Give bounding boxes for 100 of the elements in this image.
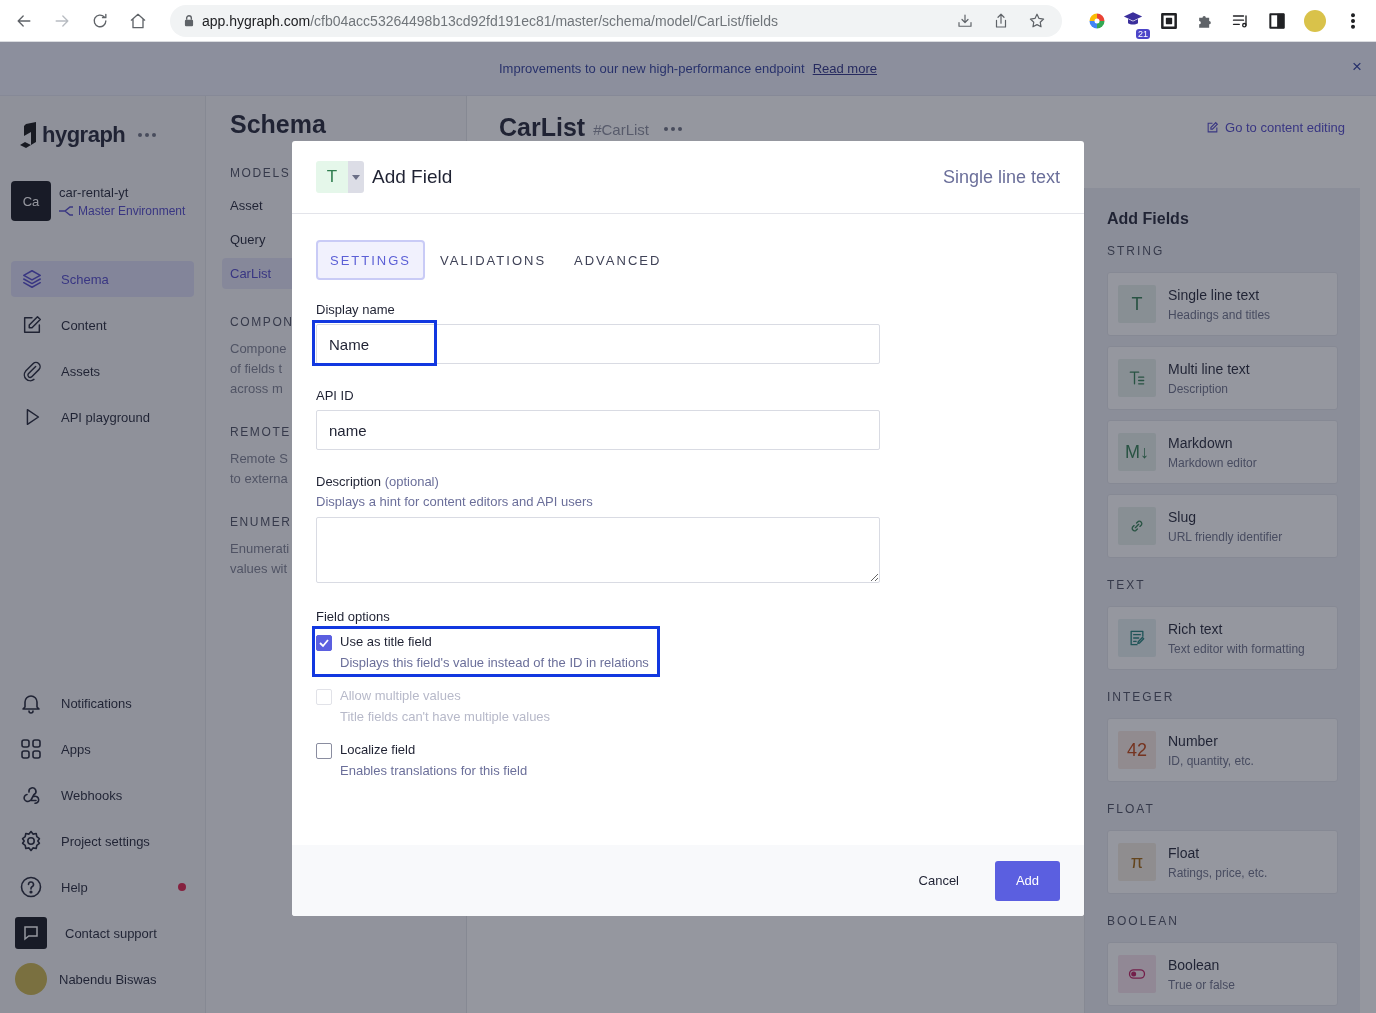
field-label: Display name [316,302,396,317]
nav-item[interactable]: Project settings [11,823,194,859]
group-heading: STRING [1107,244,1166,258]
section-description: Remote S [230,450,288,468]
tab[interactable]: ADVANCED [561,240,675,280]
field-type-title: Single line text [1168,286,1261,303]
nav-item[interactable]: Schema [11,261,194,297]
branch-icon [59,204,74,217]
section-description: of fields t [230,360,283,378]
settings-icon [19,829,43,853]
paperclip-icon [21,360,43,382]
environment-link[interactable]: Master Environment [78,203,186,218]
description-field[interactable] [316,517,880,583]
field-type-title: Boolean [1168,956,1221,973]
panel-title: Add Fields [1107,210,1190,228]
section-description: values wit [230,560,288,578]
field-type-description: ID, quantity, etc. [1168,753,1254,768]
nav-item[interactable]: API playground [11,399,194,435]
option-label: Allow multiple values [340,688,462,703]
option-hint: Title fields can't have multiple values [340,709,551,724]
field-type-description: Headings and titles [1168,307,1271,322]
field-type-description: Ratings, price, etc. [1168,865,1268,880]
input-field[interactable]: Name [316,324,880,364]
field-type-card[interactable]: Rich text Text editor with formatting [1107,606,1338,670]
section-heading: REMOTE [230,425,291,439]
model-title: CarList [499,112,586,142]
lock-icon [182,13,196,28]
nav-item[interactable]: Apps [11,731,194,767]
layers-icon [21,268,43,290]
field-type-title: Slug [1168,508,1198,525]
help-icon [19,875,43,899]
field-type-card[interactable]: π Float Ratings, price, etc. [1107,830,1338,894]
field-label: Field options [316,609,391,624]
group-heading: INTEGER [1107,690,1176,704]
section-heading: COMPON [230,315,294,329]
read-more-link[interactable]: Read more [812,61,877,76]
model-api-id: #CarList [593,121,649,138]
group-heading: BOOLEAN [1107,914,1181,928]
field-type-description: True or false [1168,977,1235,992]
banner-message: Improvements to our new high-performance endpoint [499,61,805,76]
field-type-card[interactable]: 42 Number ID, quantity, etc. [1107,718,1338,782]
field-type-description: Text editor with formatting [1168,641,1305,656]
address-bar[interactable]: app.hygraph.com/cfb04acc53264498b13cd92fd191ec81/master/schema/model/CarList/fields [170,4,1062,37]
field-type-description: Description [1168,381,1230,396]
cancel-button[interactable]: Cancel [906,863,971,898]
field-type-description: URL friendly identifier [1168,529,1283,544]
content-editing-link[interactable]: Go to content editing [1206,119,1345,135]
edit-icon [1206,120,1219,134]
field-type-title: Multi line text [1168,360,1250,377]
tab[interactable]: SETTINGS [316,240,425,280]
avatar [15,963,47,995]
field-label: API ID [316,388,355,403]
support-icon[interactable] [15,917,47,949]
tab[interactable]: VALIDATIONS [427,240,560,280]
field-type-card[interactable]: Boolean True or false [1107,942,1338,1006]
url-text: app.hygraph.com/cfb04acc53264498b13cd92fd191ec81/master/schema/model/CarList/fields [202,12,779,29]
checkbox[interactable] [316,635,332,651]
caret-icon[interactable] [352,174,360,180]
section-heading: ENUMER [230,515,292,529]
group-heading: TEXT [1107,578,1147,592]
field-type-card[interactable]: M↓ Markdown Markdown editor [1107,420,1338,484]
option-label: Use as title field [340,634,433,649]
field-type-title: Rich text [1168,620,1224,637]
nav-item[interactable]: Content [11,307,194,343]
nav-item[interactable]: Notifications [11,685,194,721]
nav-item[interactable]: Help [11,869,194,905]
option-hint: Displays this field's value instead of the ID in relations [340,655,649,670]
section-heading: MODELS [230,166,291,180]
nav-item[interactable]: Contact support [11,915,194,951]
field-type-label: Single line text [942,166,1060,188]
logo-text[interactable]: hygraph [42,122,126,148]
field-type-card[interactable]: T Single line text Headings and titles [1107,272,1338,336]
project-name: car-rental-yt [59,184,130,200]
project-avatar[interactable]: Ca [11,181,51,221]
section-description: Enumerati [230,540,290,558]
count-badge: 21 [1136,28,1150,39]
input-field[interactable]: name [316,410,880,450]
panel-title: Schema [230,110,327,140]
add-button[interactable]: Add [995,860,1060,901]
logo-icon[interactable] [20,122,38,148]
user-menu[interactable]: Nabendu Biswas [11,961,194,997]
close-button[interactable]: × [1352,57,1362,77]
section-description: to externa [230,470,288,488]
field-label: Description (optional) [316,474,440,489]
option-label: Localize field [340,742,417,757]
nav-item[interactable]: Webhooks [11,777,194,813]
section-description: Compone [230,340,287,358]
field-type-title: Markdown [1168,434,1234,451]
field-type-title: Number [1168,732,1219,749]
checkbox[interactable] [316,743,332,759]
grid-icon [19,737,43,761]
field-type-card[interactable]: Slug URL friendly identifier [1107,494,1338,558]
section-description: across m [230,380,283,398]
field-type-title: Float [1168,844,1201,861]
group-heading: FLOAT [1107,802,1156,816]
field-type-card[interactable]: Multi line text Description [1107,346,1338,410]
option-hint: Enables translations for this field [340,763,528,778]
field-type-description: Markdown editor [1168,455,1257,470]
nav-item[interactable]: Assets [11,353,194,389]
dialog-title: Add Field [372,166,453,188]
